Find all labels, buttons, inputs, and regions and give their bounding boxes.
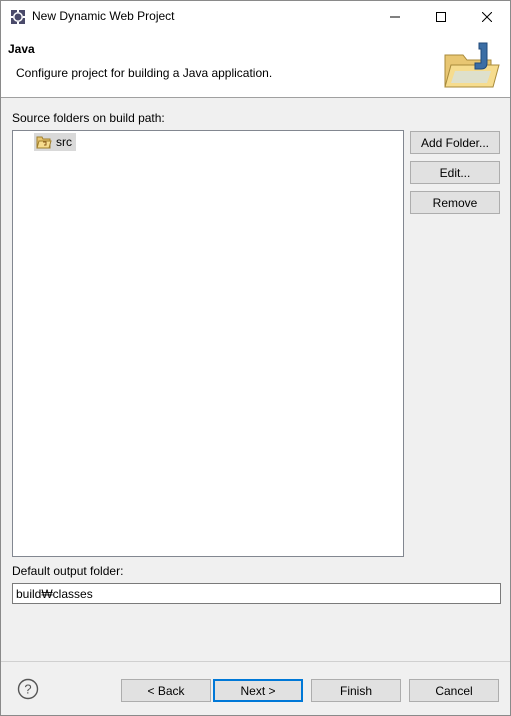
tree-item-src[interactable]: src xyxy=(34,133,76,151)
add-folder-button[interactable]: Add Folder... xyxy=(410,131,500,154)
footer-separator xyxy=(1,661,510,662)
close-icon xyxy=(482,11,492,22)
page-description: Configure project for building a Java ap… xyxy=(16,66,273,80)
remove-button[interactable]: Remove xyxy=(410,191,500,214)
edit-button[interactable]: Edit... xyxy=(410,161,500,184)
output-folder-input[interactable] xyxy=(12,583,501,604)
cancel-button[interactable]: Cancel xyxy=(409,679,499,702)
tree-item-label: src xyxy=(56,135,72,149)
page-title: Java xyxy=(8,42,35,56)
title-bar: New Dynamic Web Project xyxy=(1,1,510,32)
java-folder-wizard-icon xyxy=(444,42,500,88)
window-title: New Dynamic Web Project xyxy=(32,9,175,23)
source-folders-label: Source folders on build path: xyxy=(12,111,165,125)
help-icon[interactable]: ? xyxy=(17,678,39,700)
source-folders-tree[interactable]: src xyxy=(12,130,404,557)
output-folder-label: Default output folder: xyxy=(12,564,124,578)
source-folder-icon xyxy=(36,136,52,149)
svg-text:?: ? xyxy=(24,682,31,697)
maximize-button[interactable] xyxy=(418,1,464,32)
maximize-icon xyxy=(436,11,446,22)
wizard-header: Java Configure project for building a Ja… xyxy=(1,32,510,98)
finish-button[interactable]: Finish xyxy=(311,679,401,702)
close-button[interactable] xyxy=(464,1,510,32)
dialog-window: New Dynamic Web Project Java Configure p… xyxy=(0,0,511,716)
next-button[interactable]: Next > xyxy=(213,679,303,702)
back-button[interactable]: < Back xyxy=(121,679,211,702)
minimize-icon xyxy=(390,16,400,17)
minimize-button[interactable] xyxy=(372,1,418,32)
eclipse-gear-icon xyxy=(10,9,26,25)
